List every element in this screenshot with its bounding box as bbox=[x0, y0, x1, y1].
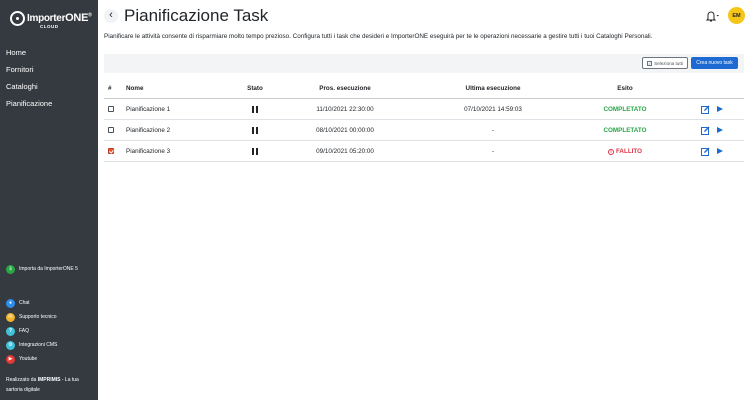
task-actions bbox=[701, 120, 731, 141]
faq-icon: ? bbox=[6, 326, 15, 336]
import-icon: ⇩ bbox=[6, 264, 15, 274]
header-last-run: Ultima esecuzione bbox=[465, 85, 521, 92]
header-state: Stato bbox=[247, 85, 263, 92]
support-label: Supporto tecnico bbox=[19, 314, 57, 320]
chevron-left-icon: ‹ bbox=[109, 9, 113, 21]
import-from-v5-label: Importa da ImporterONE 5 bbox=[19, 266, 78, 272]
sidebar-item-home[interactable]: Home bbox=[0, 44, 98, 61]
cms-integrations-link[interactable]: ⚙ Integrazioni CMS bbox=[6, 339, 57, 351]
task-outcome-label: FALLITO bbox=[615, 148, 643, 155]
header-num: # bbox=[108, 85, 112, 92]
task-last-run: - bbox=[491, 148, 495, 155]
task-outcome: ! FALLITO bbox=[589, 141, 661, 162]
logo-cloud-label: CLOUD bbox=[40, 24, 59, 29]
play-icon[interactable] bbox=[716, 105, 724, 114]
header-name: Nome bbox=[126, 85, 144, 92]
header-next-run: Pros. esecuzione bbox=[319, 85, 371, 92]
edit-icon[interactable] bbox=[701, 105, 710, 114]
faq-label: FAQ bbox=[19, 328, 30, 334]
youtube-icon: ▶ bbox=[6, 354, 15, 364]
sidebar-nav: Home Fornitori Cataloghi Pianificazione bbox=[0, 44, 98, 112]
import-from-v5-link[interactable]: ⇩ Importa da ImporterONE 5 bbox=[6, 263, 78, 275]
page-title: Pianificazione Task bbox=[124, 6, 269, 25]
table-header-row: # Nome Stato Pros. esecuzione Ultima ese… bbox=[104, 78, 744, 99]
task-last-run: - bbox=[491, 127, 495, 134]
task-outcome: COMPLETATO bbox=[603, 106, 647, 113]
logo-registered-mark: ® bbox=[88, 12, 92, 19]
task-state[interactable] bbox=[247, 99, 263, 120]
task-actions bbox=[701, 99, 731, 120]
task-next-run: 09/10/2021 05:20:00 bbox=[316, 148, 374, 155]
task-actions bbox=[701, 141, 731, 162]
task-state[interactable] bbox=[247, 120, 263, 141]
faq-link[interactable]: ? FAQ bbox=[6, 325, 29, 337]
tasks-table: # Nome Stato Pros. esecuzione Ultima ese… bbox=[104, 78, 744, 162]
task-state[interactable] bbox=[247, 141, 263, 162]
cms-icon: ⚙ bbox=[6, 340, 15, 350]
edit-icon[interactable] bbox=[701, 147, 710, 156]
alert-circle-icon: ! bbox=[607, 149, 614, 155]
task-outcome: COMPLETATO bbox=[603, 127, 647, 134]
pause-icon bbox=[252, 148, 258, 155]
support-link[interactable]: ✉ Supporto tecnico bbox=[6, 311, 57, 323]
logo-name: Importer bbox=[27, 13, 66, 24]
task-name: Pianificazione 1 bbox=[126, 106, 171, 113]
page-description: Pianificare le attività consente di risp… bbox=[104, 33, 653, 40]
table-row: Pianificazione 1 11/10/2021 22:30:00 07/… bbox=[104, 99, 744, 120]
sidebar-item-fornitori[interactable]: Fornitori bbox=[0, 61, 98, 78]
caret-down-icon bbox=[716, 15, 719, 17]
row-checkbox[interactable] bbox=[108, 148, 114, 154]
back-button[interactable]: ‹ bbox=[104, 9, 118, 23]
task-next-run: 08/10/2021 00:00:00 bbox=[316, 127, 374, 134]
task-name: Pianificazione 3 bbox=[126, 148, 171, 155]
sidebar: ImporterONE® CLOUD Home Fornitori Catalo… bbox=[0, 0, 98, 400]
pause-icon bbox=[252, 127, 258, 134]
row-checkbox[interactable] bbox=[108, 127, 114, 133]
chat-label: Chat bbox=[19, 300, 30, 306]
checkbox-icon: ✓ bbox=[647, 60, 653, 66]
task-next-run: 11/10/2021 22:30:00 bbox=[316, 106, 374, 113]
select-all-label: Seleziona tutti bbox=[654, 60, 683, 66]
header-outcome: Esito bbox=[617, 85, 633, 92]
youtube-label: Youtube bbox=[19, 356, 38, 362]
chat-link[interactable]: ● Chat bbox=[6, 297, 30, 309]
pause-icon bbox=[252, 106, 258, 113]
credits-prefix: Realizzato da bbox=[6, 377, 37, 383]
edit-icon[interactable] bbox=[701, 126, 710, 135]
new-task-button[interactable]: Crea nuovo task bbox=[691, 57, 738, 69]
chat-icon: ● bbox=[6, 298, 15, 308]
sidebar-item-pianificazione[interactable]: Pianificazione bbox=[0, 95, 98, 112]
task-last-run: 07/10/2021 14:59:03 bbox=[464, 106, 522, 113]
row-checkbox[interactable] bbox=[108, 106, 114, 112]
play-icon[interactable] bbox=[716, 126, 724, 135]
select-all-button[interactable]: ✓ Seleziona tutti bbox=[642, 57, 688, 69]
importerone-logo[interactable]: ImporterONE® CLOUD bbox=[10, 10, 92, 32]
bell-icon bbox=[705, 11, 719, 22]
user-avatar[interactable]: EM bbox=[728, 7, 745, 24]
table-row: Pianificazione 2 08/10/2021 00:00:00 - C… bbox=[104, 120, 744, 141]
youtube-link[interactable]: ▶ Youtube bbox=[6, 353, 37, 365]
table-row: Pianificazione 3 09/10/2021 05:20:00 - !… bbox=[104, 141, 744, 162]
credits-company-link[interactable]: IMPRIMIS bbox=[38, 377, 61, 383]
notifications-button[interactable] bbox=[703, 9, 719, 23]
support-icon: ✉ bbox=[6, 312, 15, 322]
cms-integrations-label: Integrazioni CMS bbox=[19, 342, 58, 348]
logo-name-suffix: ONE bbox=[65, 12, 89, 24]
play-icon[interactable] bbox=[716, 147, 724, 156]
logo-mark-icon bbox=[10, 11, 25, 26]
sidebar-item-cataloghi[interactable]: Cataloghi bbox=[0, 78, 98, 95]
task-name: Pianificazione 2 bbox=[126, 127, 171, 134]
credits: Realizzato da IMPRIMIS - La tua sartoria… bbox=[6, 375, 94, 395]
